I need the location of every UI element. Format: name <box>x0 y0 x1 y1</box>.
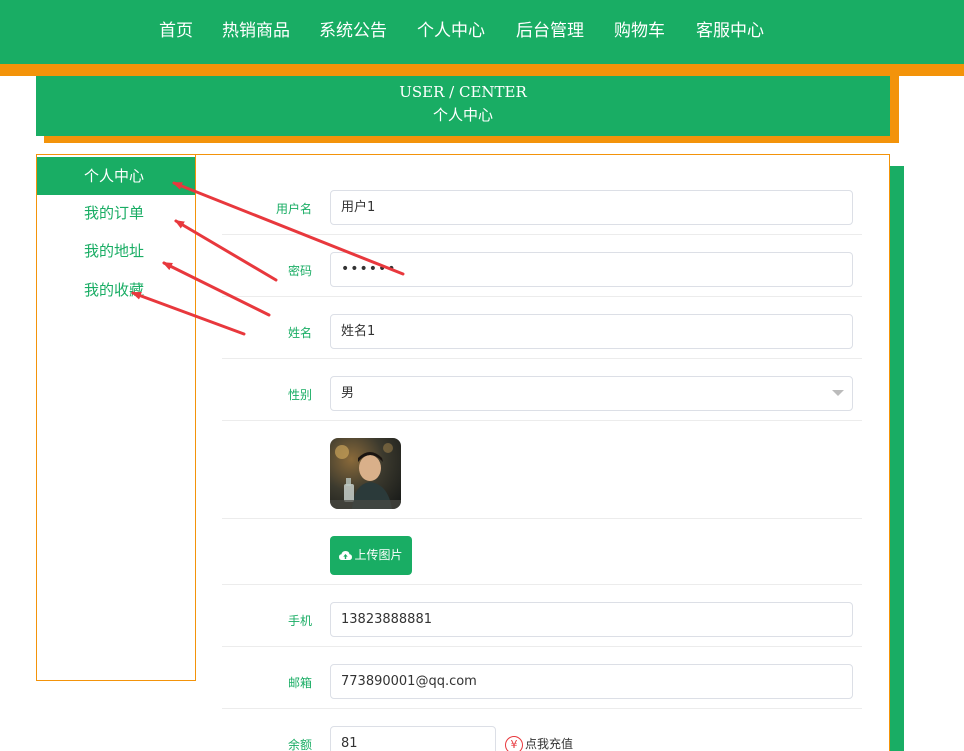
sidebar-item-user-center[interactable]: 个人中心 <box>37 157 195 195</box>
cloud-upload-icon <box>339 551 353 560</box>
row-divider <box>222 358 862 359</box>
email-label: 邮箱 <box>287 676 312 690</box>
password-field[interactable]: •••••• <box>330 252 853 287</box>
header-title-en: USER / CENTER <box>399 83 527 101</box>
recharge-label: 点我充值 <box>525 737 574 751</box>
avatar-image <box>330 438 401 509</box>
password-label: 密码 <box>287 264 312 278</box>
row-divider <box>222 584 862 585</box>
balance-field[interactable]: 81 <box>330 726 496 751</box>
panel-shadow <box>890 166 904 751</box>
nav-item-announcements[interactable]: 系统公告 <box>319 19 387 43</box>
nav-item-hot-products[interactable]: 热销商品 <box>222 19 290 43</box>
upload-button-label: 上传图片 <box>354 548 403 562</box>
gender-select[interactable]: 男 <box>330 376 853 411</box>
nav-item-user-center[interactable]: 个人中心 <box>417 19 485 43</box>
nav-menu: 首页 热销商品 系统公告 个人中心 后台管理 购物车 客服中心 <box>0 0 964 64</box>
name-label: 姓名 <box>287 326 312 340</box>
sidebar-item-favorites[interactable]: 我的收藏 <box>37 271 195 309</box>
chevron-down-icon <box>832 390 844 396</box>
yen-circle-icon: ¥ <box>505 735 523 751</box>
sidebar-item-addresses[interactable]: 我的地址 <box>37 232 195 270</box>
gender-label: 性别 <box>287 388 312 402</box>
row-divider <box>222 646 862 647</box>
nav-accent-bar <box>0 64 964 76</box>
top-navbar: 首页 热销商品 系统公告 个人中心 后台管理 购物车 客服中心 <box>0 0 964 64</box>
row-divider <box>222 296 862 297</box>
page-header: USER / CENTER 个人中心 <box>36 76 890 136</box>
phone-field[interactable]: 13823888881 <box>330 602 853 637</box>
profile-form-panel <box>196 154 890 751</box>
recharge-link[interactable]: ¥ 点我充值 <box>505 733 573 751</box>
phone-label: 手机 <box>287 614 312 628</box>
email-field[interactable]: 773890001@qq.com <box>330 664 853 699</box>
username-field[interactable]: 用户1 <box>330 190 853 225</box>
row-divider <box>222 708 862 709</box>
balance-label: 余额 <box>287 738 312 751</box>
sidebar: 个人中心 我的订单 我的地址 我的收藏 <box>36 154 196 681</box>
header-title-cn: 个人中心 <box>432 106 493 124</box>
row-divider <box>222 420 862 421</box>
nav-item-admin[interactable]: 后台管理 <box>516 19 584 43</box>
nav-item-customer-service[interactable]: 客服中心 <box>696 19 764 43</box>
name-field[interactable]: 姓名1 <box>330 314 853 349</box>
nav-item-home[interactable]: 首页 <box>159 19 193 43</box>
nav-item-cart[interactable]: 购物车 <box>614 19 665 43</box>
sidebar-item-orders[interactable]: 我的订单 <box>37 194 195 232</box>
gender-select-value: 男 <box>341 386 355 401</box>
row-divider <box>222 518 862 519</box>
row-divider <box>222 234 862 235</box>
upload-image-button[interactable]: 上传图片 <box>330 536 412 575</box>
username-label: 用户名 <box>275 202 312 216</box>
